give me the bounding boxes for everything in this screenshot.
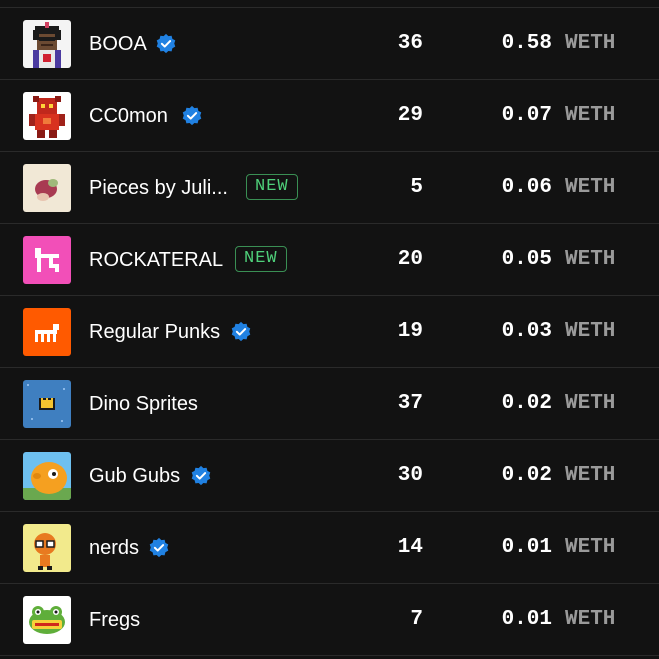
collection-row-nerds[interactable]: nerds 14 0.01 WETH xyxy=(0,512,659,584)
collection-name: Regular Punks xyxy=(89,321,221,343)
floor-price: 0.06 xyxy=(501,176,552,199)
collection-row-gub-gubs[interactable]: Gub Gubs 30 0.02 WETH xyxy=(0,440,659,512)
item-count: 19 xyxy=(397,320,423,343)
item-count: 37 xyxy=(397,392,423,415)
floor-price: 0.01 xyxy=(501,608,552,631)
currency-label: WETH xyxy=(565,32,616,55)
collection-name: ROCKATERAL xyxy=(89,249,224,271)
collection-name: Gub Gubs xyxy=(89,465,181,487)
collection-name: Dino Sprites xyxy=(89,393,198,415)
new-badge: NEW xyxy=(235,246,287,272)
collection-name: CC0mon xyxy=(89,105,168,127)
collection-name: Pieces by Juli... xyxy=(89,177,228,199)
currency-label: WETH xyxy=(565,464,616,487)
dino-sprites-thumbnail-icon xyxy=(23,380,71,428)
currency-label: WETH xyxy=(565,248,616,271)
pieces-thumbnail-icon xyxy=(23,164,71,212)
floor-price: 0.58 xyxy=(501,32,552,55)
regular-punks-thumbnail-icon xyxy=(23,308,71,356)
floor-price: 0.01 xyxy=(501,536,552,559)
collection-row-regular-punks[interactable]: Regular Punks 19 0.03 WETH xyxy=(0,296,659,368)
cc0mon-thumbnail-icon xyxy=(23,92,71,140)
rockateral-thumbnail-icon xyxy=(23,236,71,284)
floor-price: 0.02 xyxy=(501,392,552,415)
item-count: 20 xyxy=(397,248,423,271)
collection-row-booa[interactable]: BOOA 36 0.58 WETH xyxy=(0,8,659,80)
item-count: 36 xyxy=(397,32,423,55)
collection-row-rockateral[interactable]: ROCKATERAL NEW 20 0.05 WETH xyxy=(0,224,659,296)
item-count: 29 xyxy=(397,104,423,127)
verified-badge-icon xyxy=(181,105,203,127)
currency-label: WETH xyxy=(565,176,616,199)
item-count: 30 xyxy=(397,464,423,487)
verified-badge-icon xyxy=(155,33,177,55)
fregs-thumbnail-icon xyxy=(23,596,71,644)
collection-name: nerds xyxy=(89,537,140,559)
collection-row-dino-sprites[interactable]: Dino Sprites 37 0.02 WETH xyxy=(0,368,659,440)
currency-label: WETH xyxy=(565,392,616,415)
currency-label: WETH xyxy=(565,104,616,127)
collection-name: Fregs xyxy=(89,609,141,631)
currency-label: WETH xyxy=(565,320,616,343)
verified-badge-icon xyxy=(230,321,252,343)
verified-badge-icon xyxy=(190,465,212,487)
currency-label: WETH xyxy=(565,608,616,631)
nerds-thumbnail-icon xyxy=(23,524,71,572)
item-count: 14 xyxy=(397,536,423,559)
floor-price: 0.02 xyxy=(501,464,552,487)
collection-row-cc0mon[interactable]: CC0mon 29 0.07 WETH xyxy=(0,80,659,152)
new-badge: NEW xyxy=(246,174,298,200)
verified-badge-icon xyxy=(148,537,170,559)
floor-price: 0.03 xyxy=(501,320,552,343)
item-count: 5 xyxy=(410,176,423,199)
currency-label: WETH xyxy=(565,536,616,559)
gub-gubs-thumbnail-icon xyxy=(23,452,71,500)
item-count: 7 xyxy=(410,608,423,631)
collection-list: BOOA 36 0.58 WETH CC0mon 29 0.07 WETH Pi… xyxy=(0,0,659,659)
booa-thumbnail-icon xyxy=(23,20,71,68)
floor-price: 0.07 xyxy=(501,104,552,127)
collection-row-fregs[interactable]: Fregs 7 0.01 WETH xyxy=(0,584,659,656)
collection-row-pieces[interactable]: Pieces by Juli... NEW 5 0.06 WETH xyxy=(0,152,659,224)
floor-price: 0.05 xyxy=(501,248,552,271)
collection-name: BOOA xyxy=(89,33,147,55)
